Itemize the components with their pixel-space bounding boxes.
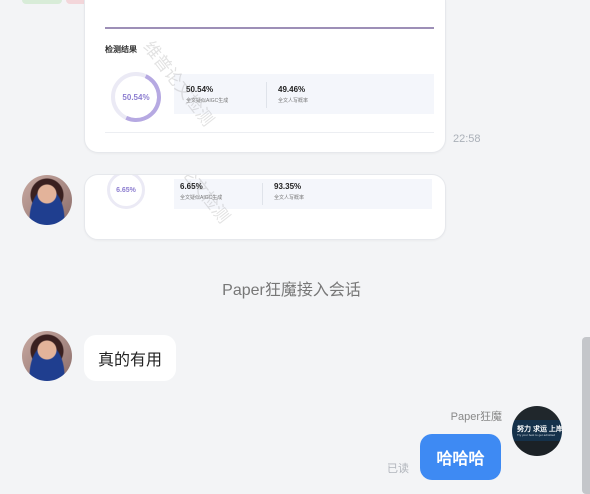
- customer-avatar[interactable]: [22, 175, 72, 225]
- progress-line: [105, 27, 434, 29]
- ring-percent: 50.54%: [122, 92, 150, 102]
- agent-name: Paper狂魔: [450, 411, 502, 423]
- report-image-card[interactable]: 检测结果 50.54% 50.54% 全文疑似AIGC生成 49.46% 全文人…: [84, 0, 446, 153]
- stat-aigc-2: 6.65% 全文疑似AIGC生成: [180, 182, 222, 201]
- top-chip-left: [22, 0, 62, 4]
- stat-aigc-value: 50.54%: [186, 85, 214, 94]
- message-timestamp: 22:58: [453, 133, 481, 145]
- stat-human: 49.46% 全文人写概率: [278, 85, 308, 104]
- stat-aigc-label: 全文疑似AIGC生成: [186, 98, 229, 104]
- stat-aigc: 50.54% 全文疑似AIGC生成: [186, 85, 228, 104]
- stat-aigc-label-2: 全文疑似AIGC生成: [180, 195, 223, 201]
- stats-panel: 50.54% 全文疑似AIGC生成 49.46% 全文人写概率: [174, 74, 434, 114]
- system-message: Paper狂魔接入会话: [222, 282, 361, 299]
- stat-human-label-2: 全文人写概率: [274, 195, 305, 201]
- avatar-sign-subtext: Try your best to get admitted: [517, 433, 556, 437]
- card-divider: [105, 132, 434, 133]
- percent-ring: 50.54%: [103, 64, 169, 130]
- section-title: 检测结果: [105, 45, 137, 54]
- stat-human-value: 49.46%: [278, 85, 306, 94]
- report-image-card-2[interactable]: 6.65% 6.65% 全文疑似AIGC生成 93.35% 全文人写概率 维普论…: [84, 174, 446, 240]
- stat-separator-2: [262, 183, 263, 205]
- stat-aigc-value-2: 6.65%: [180, 182, 203, 191]
- customer-avatar-2[interactable]: [22, 331, 72, 381]
- stat-human-value-2: 93.35%: [274, 182, 302, 191]
- read-status: 已读: [387, 463, 409, 475]
- stat-separator: [266, 82, 267, 108]
- stat-human-label: 全文人写概率: [278, 98, 309, 104]
- stat-human-2: 93.35% 全文人写概率: [274, 182, 304, 201]
- scrollbar-thumb[interactable]: [582, 337, 590, 494]
- percent-ring-small: 6.65%: [107, 175, 145, 209]
- agent-message-bubble[interactable]: 哈哈哈: [420, 434, 501, 480]
- stats-panel-2: 6.65% 全文疑似AIGC生成 93.35% 全文人写概率: [174, 179, 432, 209]
- ring-percent-small: 6.65%: [116, 186, 136, 194]
- customer-message-bubble[interactable]: 真的有用: [84, 335, 177, 381]
- agent-avatar[interactable]: 努力 求运 上岸 Try your best to get admitted: [512, 406, 562, 456]
